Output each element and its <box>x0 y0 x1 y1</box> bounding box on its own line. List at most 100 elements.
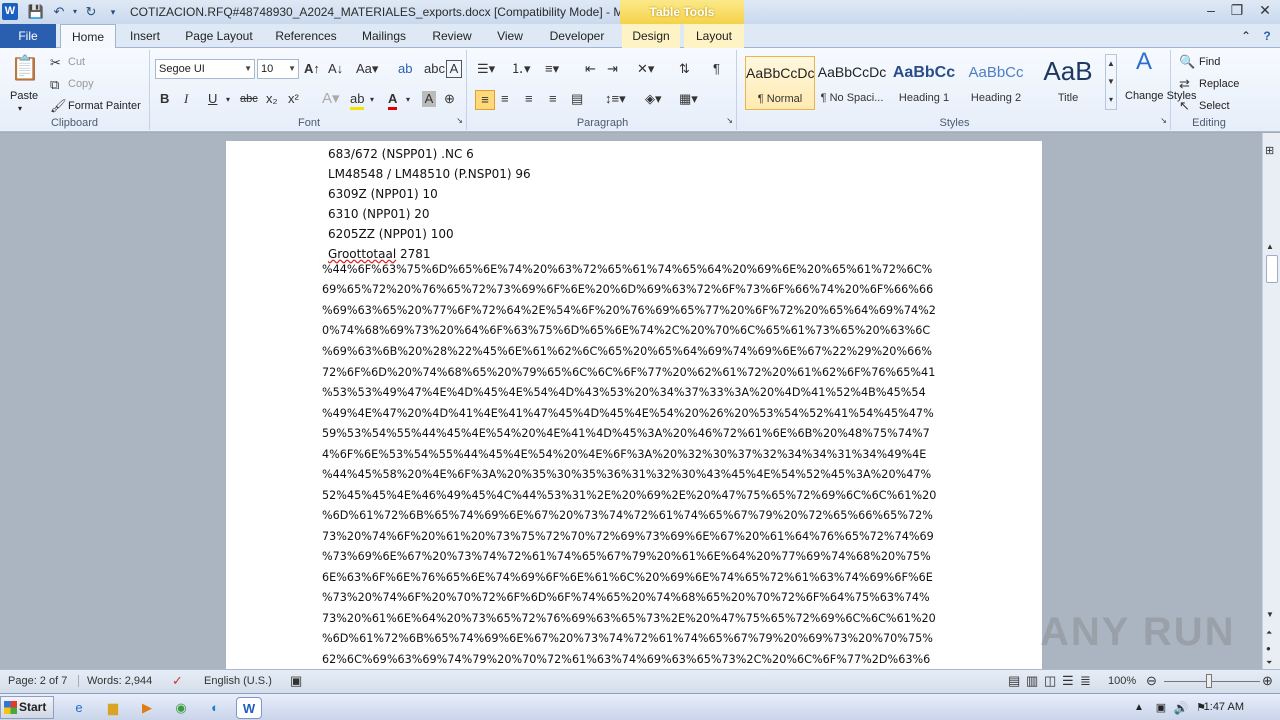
minimize-icon[interactable]: – <box>1198 0 1224 20</box>
format-painter-icon[interactable]: 🖌 <box>50 98 67 114</box>
page-count[interactable]: Page: 2 of 7 <box>8 675 67 687</box>
style-normal[interactable]: AaBbCcDc ¶ Normal <box>745 56 815 110</box>
borders-icon[interactable]: ▦▾ <box>679 91 698 107</box>
ribbon-minimize-icon[interactable]: ⌃ <box>1238 24 1254 48</box>
character-border-icon[interactable]: A <box>446 60 462 78</box>
style-heading-2[interactable]: AaBbCc Heading 2 <box>961 56 1031 110</box>
grow-font-icon[interactable]: A↑ <box>304 61 320 77</box>
media-player-icon[interactable]: ▶ <box>136 697 158 719</box>
align-left-icon[interactable]: ≡ <box>475 90 495 110</box>
restore-icon[interactable]: ❐ <box>1224 0 1250 20</box>
outline-icon[interactable]: ☰ <box>1062 673 1074 689</box>
redo-icon[interactable]: ↻ <box>82 3 100 21</box>
phonetic-guide-icon[interactable]: abc <box>424 61 445 77</box>
cut-button[interactable]: Cut <box>68 56 85 68</box>
draft-icon[interactable]: ≣ <box>1080 673 1091 689</box>
customize-qat-icon[interactable]: ▾ <box>104 3 122 21</box>
copy-button[interactable]: Copy <box>68 78 94 90</box>
change-case-icon[interactable]: Aa▾ <box>356 61 378 77</box>
document-page[interactable]: 683/672 (NSPP01) .NC 6 LM48548 / LM48510… <box>226 141 1042 669</box>
zoom-in-icon[interactable]: ⊕ <box>1262 673 1273 689</box>
scrollbar-thumb[interactable] <box>1266 255 1278 283</box>
character-shading-icon[interactable]: A <box>422 91 436 107</box>
zoom-slider-thumb[interactable] <box>1206 674 1212 688</box>
tab-home[interactable]: Home <box>60 24 116 49</box>
dialog-launcher-icon[interactable]: ↘ <box>456 113 463 129</box>
volume-icon[interactable]: 🔊 <box>1170 697 1192 719</box>
tab-insert[interactable]: Insert <box>120 24 170 48</box>
align-center-icon[interactable]: ≡ <box>501 91 509 107</box>
paste-icon[interactable]: 📋 <box>10 54 40 84</box>
word-count[interactable]: Words: 2,944 <box>78 675 152 687</box>
sort-icon[interactable]: ⇅ <box>679 61 690 77</box>
paste-button[interactable]: Paste <box>10 90 38 102</box>
word-app-icon[interactable]: W <box>2 3 18 20</box>
highlight-color-icon[interactable]: ab <box>350 91 365 110</box>
paste-dropdown-icon[interactable]: ▾ <box>18 104 22 113</box>
full-screen-reading-icon[interactable]: ▥ <box>1026 673 1038 689</box>
language-indicator[interactable]: English (U.S.) <box>204 675 272 687</box>
start-button[interactable]: Start <box>0 696 54 719</box>
find-button[interactable]: Find <box>1199 56 1220 68</box>
macro-recording-icon[interactable]: ▣ <box>290 673 302 689</box>
system-clock[interactable]: 1:47 AM <box>1204 701 1244 713</box>
show-formatting-marks-icon[interactable]: ¶ <box>713 61 720 77</box>
distributed-icon[interactable]: ▤ <box>571 91 583 107</box>
ruler-toggle-icon[interactable]: ⊞ <box>1265 143 1274 159</box>
font-size-combo[interactable]: 10 ▼ <box>257 59 299 79</box>
zoom-out-icon[interactable]: ⊖ <box>1146 673 1157 689</box>
web-layout-icon[interactable]: ◫ <box>1044 673 1056 689</box>
select-icon[interactable]: ↖ <box>1179 98 1190 114</box>
save-icon[interactable]: 💾 <box>27 3 45 21</box>
style-heading-1[interactable]: AaBbCc Heading 1 <box>889 56 959 110</box>
tab-review[interactable]: Review <box>424 24 480 48</box>
enclose-characters-icon[interactable]: ⊕ <box>444 91 455 107</box>
bold-button[interactable]: B <box>160 91 169 107</box>
underline-dropdown-icon[interactable]: ▾ <box>226 92 230 108</box>
copy-icon[interactable]: ⧉ <box>50 77 59 93</box>
chrome-icon[interactable]: ◉ <box>170 697 192 719</box>
subscript-button[interactable]: x₂ <box>266 91 278 107</box>
word-taskbar-icon[interactable]: W <box>236 697 262 719</box>
decrease-indent-icon[interactable]: ⇤ <box>585 61 596 77</box>
font-name-combo[interactable]: Segoe UI ▼ <box>155 59 255 79</box>
internet-explorer-icon[interactable]: e <box>68 697 90 719</box>
tab-design[interactable]: Design <box>622 24 680 48</box>
italic-button[interactable]: I <box>184 91 188 107</box>
clear-formatting-icon[interactable]: ab <box>398 61 412 77</box>
underline-button[interactable]: U <box>208 91 217 107</box>
font-color-icon[interactable]: A <box>388 91 398 110</box>
asian-layout-icon[interactable]: ✕▾ <box>637 61 654 77</box>
scroll-down-icon[interactable]: ▼ <box>1266 607 1274 623</box>
strikethrough-button[interactable]: abc <box>240 91 258 107</box>
numbering-icon[interactable]: ⒈▾ <box>511 61 531 77</box>
style-no-spacing[interactable]: AaBbCcDc ¶ No Spaci... <box>817 56 887 110</box>
dialog-launcher-icon[interactable]: ↘ <box>726 113 733 129</box>
edge-icon[interactable]: ◐ <box>204 697 226 719</box>
vertical-scrollbar[interactable]: ⊞ ▲ ▼ ⏶ ● ⏷ <box>1262 133 1280 669</box>
highlight-dropdown-icon[interactable]: ▾ <box>370 92 374 108</box>
cut-icon[interactable]: ✂ <box>50 55 61 71</box>
help-icon[interactable]: ? <box>1258 24 1276 48</box>
text-effects-icon[interactable]: A▾ <box>322 91 340 107</box>
print-layout-icon[interactable]: ▤ <box>1008 673 1020 689</box>
font-color-dropdown-icon[interactable]: ▾ <box>406 92 410 108</box>
dialog-launcher-icon[interactable]: ↘ <box>1160 113 1167 129</box>
replace-icon[interactable]: ⇄ <box>1179 76 1190 92</box>
zoom-level[interactable]: 100% <box>1108 675 1136 687</box>
proofing-icon[interactable]: ✓ <box>172 673 183 689</box>
multilevel-list-icon[interactable]: ≡▾ <box>545 61 559 77</box>
superscript-button[interactable]: x² <box>288 91 299 107</box>
line-spacing-icon[interactable]: ↕≡▾ <box>605 91 626 107</box>
shading-icon[interactable]: ◈▾ <box>645 91 662 107</box>
zoom-slider[interactable] <box>1164 681 1260 682</box>
align-right-icon[interactable]: ≡ <box>525 91 533 107</box>
replace-button[interactable]: Replace <box>1199 78 1239 90</box>
increase-indent-icon[interactable]: ⇥ <box>607 61 618 77</box>
scroll-up-icon[interactable]: ▲ <box>1266 239 1274 255</box>
change-styles-icon[interactable]: A <box>1127 50 1161 74</box>
tab-file[interactable]: File <box>0 24 56 48</box>
style-title[interactable]: AaB Title <box>1033 56 1103 110</box>
shrink-font-icon[interactable]: A↓ <box>328 61 343 77</box>
close-icon[interactable]: ✕ <box>1252 0 1278 20</box>
